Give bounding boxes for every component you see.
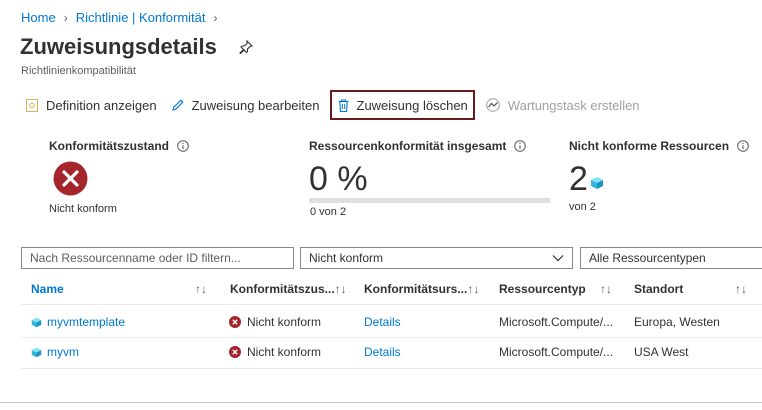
resource-type-dropdown-value: Alle Ressourcentypen — [589, 251, 706, 265]
pencil-icon — [171, 99, 184, 111]
resource-type-cell: Microsoft.Compute/... — [499, 315, 614, 329]
definition-icon — [26, 98, 38, 112]
resource-compliance-bar — [309, 198, 550, 203]
resource-name-cell[interactable]: myvm — [31, 345, 79, 359]
noncompliant-total: von 2 — [569, 201, 596, 213]
error-icon — [229, 346, 241, 358]
row-divider — [21, 368, 762, 369]
compliance-state-label: Konformitätszustand — [49, 139, 169, 153]
compliance-state-heading: Konformitätszustand — [49, 139, 189, 153]
command-bar: Definition anzeigen Zuweisung bearbeiten… — [21, 90, 650, 120]
breadcrumb-policy-link[interactable]: Richtlinie | Konformität — [76, 10, 206, 25]
column-header-compliance-reason[interactable]: Konformitätsurs...↑↓ — [364, 282, 479, 296]
resource-type-cell: Microsoft.Compute/... — [499, 345, 614, 359]
table-row[interactable]: myvmtemplate Nicht konform Details Micro… — [21, 305, 762, 337]
chevron-right-icon: › — [63, 10, 68, 25]
column-header-name[interactable]: Name — [31, 282, 64, 296]
location-cell: Europa, Westen — [634, 315, 720, 329]
resource-name-cell[interactable]: myvmtemplate — [31, 315, 125, 329]
resource-compliance-count: 0 von 2 — [310, 206, 347, 218]
sort-icon[interactable]: ↑↓ — [600, 282, 612, 296]
column-header-location[interactable]: Standort — [634, 282, 683, 296]
pin-icon[interactable] — [239, 40, 253, 54]
resource-compliance-label: Ressourcenkonformität insgesamt — [309, 139, 507, 153]
resource-compliance-heading: Ressourcenkonformität insgesamt — [309, 139, 527, 153]
error-icon — [229, 316, 241, 328]
sort-icon[interactable]: ↑↓ — [467, 282, 479, 296]
breadcrumb: Home › Richtlinie | Konformität › — [21, 10, 226, 25]
compliance-details-link[interactable]: Details — [364, 315, 401, 329]
cube-icon — [31, 347, 42, 358]
info-icon[interactable] — [737, 140, 749, 152]
breadcrumb-home-link[interactable]: Home — [21, 10, 56, 25]
compliance-state-value: Nicht konform — [49, 203, 117, 215]
edit-assignment-label: Zuweisung bearbeiten — [191, 97, 320, 113]
column-header-compliance-reason-label: Konformitätsurs... — [364, 282, 468, 296]
view-definition-button[interactable]: Definition anzeigen — [21, 93, 161, 117]
compliance-state-cell: Nicht konform — [229, 315, 321, 329]
page-subtitle: Richtlinienkompatibilität — [21, 65, 136, 77]
compliance-state-dropdown[interactable]: Nicht konform — [300, 247, 573, 269]
table-row[interactable]: myvm Nicht konform Details Microsoft.Com… — [21, 337, 762, 368]
location-cell: USA West — [634, 345, 689, 359]
create-remediation-task-label: Wartungstask erstellen — [507, 97, 640, 113]
compliance-details-link[interactable]: Details — [364, 345, 401, 359]
noncompliant-resources-label: Nicht konforme Ressourcen — [569, 139, 730, 153]
error-circle-icon — [53, 161, 88, 201]
compliance-state-cell: Nicht konform — [229, 345, 321, 359]
column-header-compliance-state-label: Konformitätszus... — [230, 282, 335, 296]
resource-type-dropdown[interactable]: Alle Ressourcentypen — [580, 247, 762, 269]
info-icon[interactable] — [514, 140, 527, 152]
cube-icon — [590, 176, 604, 190]
noncompliant-count-group: 2 — [569, 160, 604, 199]
page-title: Zuweisungsdetails — [20, 34, 217, 59]
create-remediation-task-button[interactable]: Wartungstask erstellen — [481, 93, 644, 117]
compliance-state-text: Nicht konform — [247, 315, 322, 329]
cube-icon — [31, 317, 42, 328]
chevron-down-icon — [552, 254, 564, 262]
sort-icon[interactable]: ↑↓ — [335, 282, 347, 296]
compliance-state-dropdown-value: Nicht konform — [309, 251, 384, 265]
column-header-resource-type[interactable]: Ressourcentyp — [499, 282, 586, 296]
trash-icon — [338, 98, 348, 112]
chevron-right-icon: › — [213, 10, 218, 25]
page-header: Zuweisungsdetails — [20, 34, 253, 60]
delete-assignment-label: Zuweisung löschen — [356, 97, 468, 113]
compliance-state-text: Nicht konform — [247, 345, 322, 359]
noncompliant-resources-heading: Nicht konforme Ressourcen — [569, 139, 749, 153]
sort-icon[interactable]: ↑↓ — [735, 282, 747, 296]
search-placeholder: Nach Ressourcenname oder ID filtern... — [30, 251, 241, 265]
edit-assignment-button[interactable]: Zuweisung bearbeiten — [167, 93, 324, 117]
resource-compliance-percent: 0 % — [309, 160, 368, 198]
view-definition-label: Definition anzeigen — [46, 97, 157, 113]
resource-search-input[interactable]: Nach Ressourcenname oder ID filtern... — [21, 247, 294, 269]
info-icon[interactable] — [177, 140, 189, 152]
remediation-icon — [485, 98, 500, 112]
noncompliant-count: 2 — [569, 160, 588, 198]
bottom-edge — [0, 402, 762, 403]
sort-icon[interactable]: ↑↓ — [195, 282, 207, 296]
delete-assignment-button[interactable]: Zuweisung löschen — [329, 90, 475, 120]
column-header-compliance-state[interactable]: Konformitätszus...↑↓ — [230, 282, 347, 296]
resource-name-link[interactable]: myvm — [47, 345, 79, 359]
resource-name-link[interactable]: myvmtemplate — [47, 315, 125, 329]
